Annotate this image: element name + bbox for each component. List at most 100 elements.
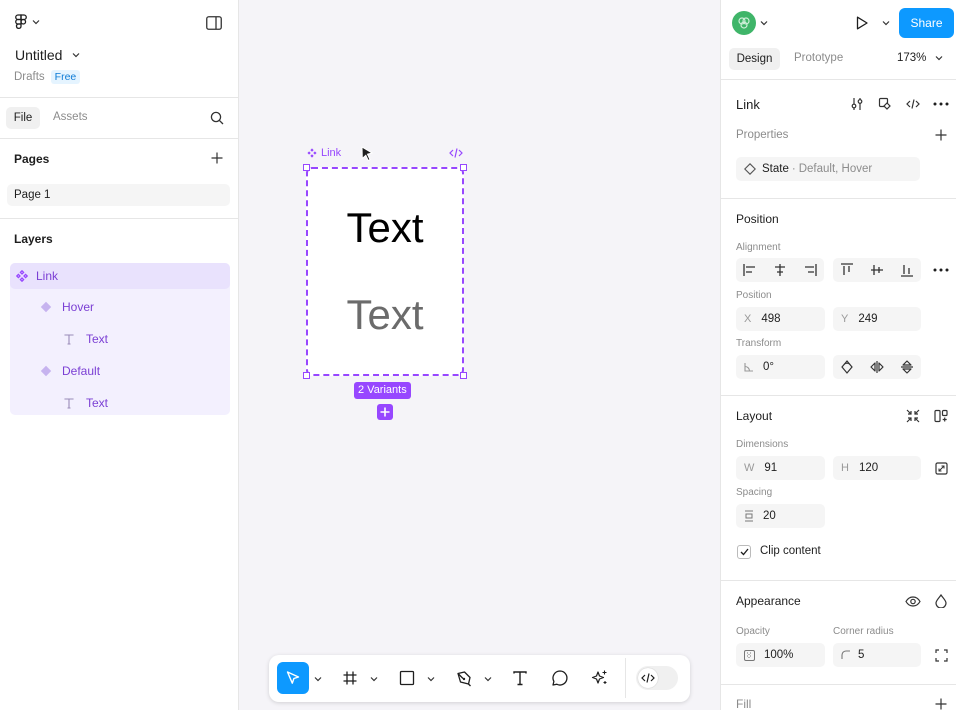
- collapse-layout-icon[interactable]: [901, 404, 925, 428]
- h-value: 120: [858, 462, 879, 474]
- user-menu[interactable]: [732, 11, 768, 35]
- rectangle-icon: [399, 670, 415, 686]
- page-item[interactable]: Page 1: [7, 184, 230, 206]
- file-title: Untitled: [15, 47, 63, 63]
- tab-file[interactable]: File: [6, 107, 40, 129]
- auto-layout-icon[interactable]: [929, 404, 953, 428]
- actions-tool-button[interactable]: [584, 662, 616, 694]
- toggle-sidebar-icon[interactable]: [202, 11, 226, 35]
- flip-vertical-icon[interactable]: [895, 355, 919, 379]
- dev-mode-toggle[interactable]: [636, 666, 678, 690]
- resize-handle[interactable]: [303, 372, 310, 379]
- add-page-icon[interactable]: [205, 146, 229, 170]
- resize-handle[interactable]: [303, 164, 310, 171]
- height-input[interactable]: H 120: [833, 456, 921, 480]
- width-input[interactable]: W 91: [736, 456, 825, 480]
- resize-handle[interactable]: [460, 164, 467, 171]
- more-align-options-icon[interactable]: [929, 258, 953, 282]
- code-icon[interactable]: [449, 147, 463, 159]
- blend-mode-drop-icon[interactable]: [929, 589, 953, 613]
- align-center-horizontal-icon[interactable]: [768, 258, 792, 282]
- flip-horizontal-icon[interactable]: [865, 355, 889, 379]
- constrain-proportions-icon[interactable]: [929, 456, 953, 480]
- file-title-button[interactable]: Untitled: [15, 47, 80, 63]
- layer-row-text[interactable]: Text: [10, 390, 230, 416]
- layer-row-text[interactable]: Text: [10, 326, 230, 352]
- align-middle-vertical-icon[interactable]: [865, 258, 889, 282]
- tab-prototype[interactable]: Prototype: [794, 52, 843, 64]
- spacing-input[interactable]: 20: [736, 504, 825, 528]
- opacity-input[interactable]: 100%: [736, 643, 825, 667]
- w-value: 91: [764, 462, 778, 474]
- present-play-icon[interactable]: [850, 11, 874, 35]
- frame-label[interactable]: Link: [307, 147, 341, 159]
- text-tool-button[interactable]: [504, 662, 536, 694]
- state-property[interactable]: State · Default, Hover: [736, 157, 920, 181]
- chevron-down-icon[interactable]: [484, 676, 492, 682]
- align-bottom-icon[interactable]: [895, 258, 919, 282]
- pen-icon: [455, 669, 473, 687]
- align-left-icon[interactable]: [738, 258, 762, 282]
- layer-row-hover[interactable]: Hover: [10, 294, 230, 320]
- pen-tool-button[interactable]: [448, 662, 480, 694]
- rotation-value: 0°: [763, 361, 774, 373]
- opacity-label: Opacity: [736, 626, 770, 637]
- y-label: Y: [841, 313, 849, 325]
- rotation-input[interactable]: 0°: [736, 355, 825, 379]
- chevron-down-icon[interactable]: [370, 676, 378, 682]
- share-button[interactable]: Share: [899, 8, 954, 38]
- align-top-icon[interactable]: [835, 258, 859, 282]
- code-icon[interactable]: [901, 92, 925, 116]
- chevron-down-icon[interactable]: [882, 20, 890, 26]
- move-tool-button[interactable]: [277, 662, 309, 694]
- shape-tool-button[interactable]: [391, 662, 423, 694]
- component-set-frame[interactable]: [306, 167, 464, 376]
- rotate-icon[interactable]: [835, 355, 859, 379]
- eye-icon[interactable]: [901, 589, 925, 613]
- frame-tool-button[interactable]: [334, 662, 366, 694]
- variants-badge[interactable]: 2 Variants: [354, 382, 411, 399]
- dimensions-label: Dimensions: [736, 439, 789, 450]
- tab-design[interactable]: Design: [729, 48, 780, 70]
- clip-content-checkbox[interactable]: [737, 545, 751, 559]
- add-property-icon[interactable]: [929, 123, 953, 147]
- y-position-input[interactable]: Y 249: [833, 307, 921, 331]
- adjust-sliders-icon[interactable]: [845, 92, 869, 116]
- default-variant-text[interactable]: Text: [306, 202, 464, 254]
- hover-variant-text[interactable]: Text: [306, 289, 464, 341]
- align-right-icon[interactable]: [798, 258, 822, 282]
- plan-badge[interactable]: Free: [50, 70, 81, 84]
- clip-content-label[interactable]: Clip content: [760, 545, 821, 557]
- chevron-down-icon: [72, 52, 80, 58]
- component-set-icon: [307, 148, 317, 158]
- comment-tool-button[interactable]: [544, 662, 576, 694]
- variant-property-icon: [744, 163, 756, 175]
- component-instance-icon[interactable]: [873, 92, 897, 116]
- tab-assets[interactable]: Assets: [53, 111, 88, 123]
- resize-handle[interactable]: [460, 372, 467, 379]
- add-fill-icon[interactable]: [929, 692, 953, 710]
- h-label: H: [841, 462, 849, 474]
- layer-row-default[interactable]: Default: [10, 358, 230, 384]
- search-icon[interactable]: [205, 106, 229, 130]
- main-menu-button[interactable]: [14, 14, 40, 30]
- zoom-control[interactable]: 173%: [897, 52, 943, 64]
- x-position-input[interactable]: X 498: [736, 307, 825, 331]
- fill-header: Fill: [736, 697, 752, 710]
- alignment-label: Alignment: [736, 242, 781, 253]
- corner-radius-input[interactable]: 5: [833, 643, 921, 667]
- file-location[interactable]: Drafts: [14, 71, 45, 83]
- more-options-icon[interactable]: [929, 92, 953, 116]
- variant-icon: [40, 365, 52, 377]
- sparkle-icon: [591, 669, 609, 687]
- independent-corners-icon[interactable]: [929, 643, 953, 667]
- chevron-down-icon[interactable]: [314, 676, 322, 682]
- text-layer-icon: [64, 333, 74, 345]
- selection-name: Link: [736, 97, 760, 112]
- canvas[interactable]: Link Text Text 2 Variants: [239, 0, 720, 710]
- add-variant-button[interactable]: [377, 404, 393, 420]
- spacing-icon: [744, 510, 754, 522]
- frame-icon: [342, 670, 358, 686]
- layer-row-link[interactable]: Link: [10, 263, 230, 289]
- chevron-down-icon[interactable]: [427, 676, 435, 682]
